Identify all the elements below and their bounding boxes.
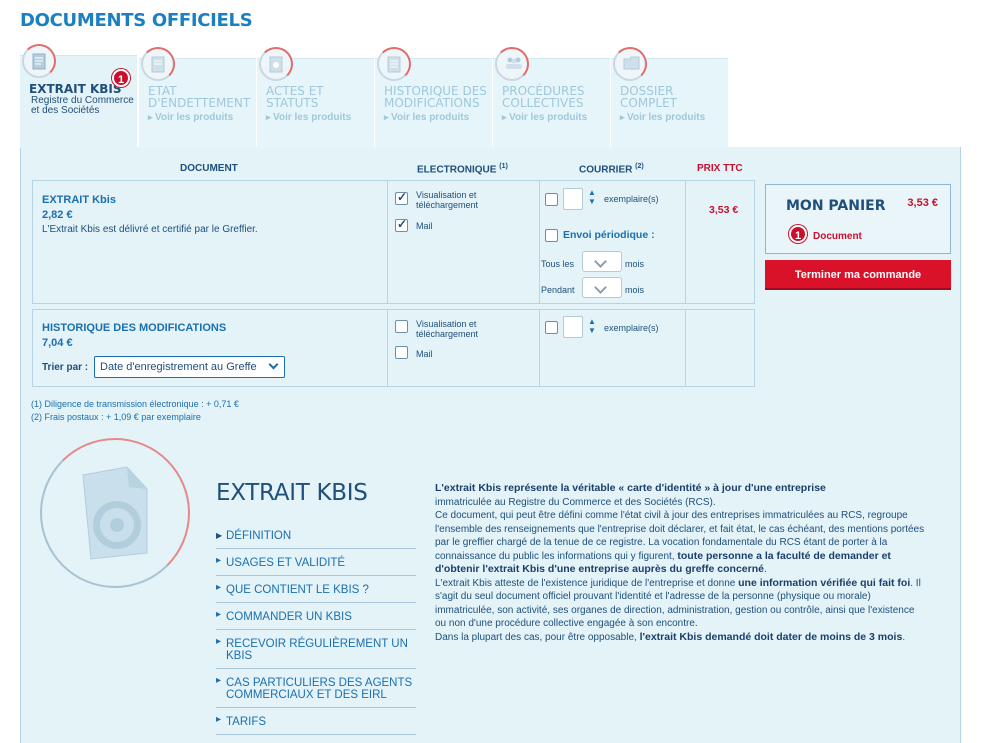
column-header-electronic: ELECTRONIQUE (1) bbox=[417, 163, 508, 176]
people-icon bbox=[495, 47, 529, 81]
tab-procedures-collectives[interactable]: PROCÉDURESCOLLECTIVES Voir les produits bbox=[493, 47, 610, 148]
see-products-link[interactable]: Voir les produits bbox=[620, 112, 705, 123]
tab-label: DOSSIER COMPLET bbox=[620, 84, 678, 110]
view-download-checkbox[interactable] bbox=[395, 320, 408, 333]
document-title: HISTORIQUE DES MODIFICATIONS bbox=[42, 322, 227, 334]
menu-item-usages[interactable]: USAGES ET VALIDITÉ bbox=[216, 549, 416, 576]
see-products-link[interactable]: Voir les produits bbox=[384, 112, 469, 123]
tab-dossier-complet[interactable]: DOSSIERCOMPLET Voir les produits bbox=[611, 47, 728, 148]
kbis-document-icon bbox=[82, 466, 148, 560]
menu-item-definition[interactable]: DÉFINITION bbox=[216, 522, 416, 549]
tab-label: PROCÉDURES COLLECTIVES bbox=[502, 84, 585, 110]
postal-checkbox[interactable] bbox=[545, 193, 558, 206]
periodic-label: Envoi périodique : bbox=[563, 229, 655, 241]
document-icon bbox=[141, 47, 175, 81]
frequency-select[interactable] bbox=[582, 251, 622, 272]
mail-label: Mail bbox=[416, 349, 433, 359]
kbis-illustration bbox=[40, 438, 190, 588]
tab-extrait-kbis[interactable]: EXTRAIT KBIS Registre du Commerce et des… bbox=[20, 44, 137, 148]
tab-count-badge: 1 bbox=[112, 69, 130, 87]
tab-sublabel: Registre du Commerce et des Sociétés bbox=[31, 95, 134, 116]
menu-item-pricing[interactable]: TARIFS bbox=[216, 708, 416, 735]
tab-label: HISTORIQUE DES MODIFICATIONS bbox=[384, 84, 487, 110]
cart-item-label[interactable]: Document bbox=[813, 231, 862, 242]
menu-item-contents[interactable]: QUE CONTIENT LE KBIS ? bbox=[216, 576, 416, 603]
row-total-price: 3,53 € bbox=[709, 204, 739, 216]
copies-label: exemplaire(s) bbox=[604, 194, 659, 204]
tab-etat-endettement[interactable]: ETATD'ENDETTEMENT Voir les produits bbox=[139, 47, 256, 148]
document-tabs: EXTRAIT KBIS Registre du Commerce et des… bbox=[20, 44, 732, 148]
tab-actes-statuts[interactable]: ACTES ETSTATUTS Voir les produits bbox=[257, 47, 374, 148]
quantity-stepper[interactable]: ▲ ▼ bbox=[587, 317, 597, 335]
during-label: Pendant bbox=[541, 285, 575, 295]
footnote-electronic: (1) Diligence de transmission électroniq… bbox=[31, 399, 239, 409]
column-header-price: PRIX TTC bbox=[697, 163, 743, 174]
tab-label: EXTRAIT KBIS bbox=[29, 82, 122, 96]
sort-select[interactable]: Date d'enregistrement au Greffe bbox=[94, 356, 285, 378]
quantity-stepper[interactable]: ▲ ▼ bbox=[587, 188, 597, 206]
kbis-topic-menu: DÉFINITION USAGES ET VALIDITÉ QUE CONTIE… bbox=[216, 522, 416, 735]
document-price: 2,82 € bbox=[42, 209, 73, 221]
duration-select[interactable] bbox=[582, 277, 622, 298]
menu-item-order[interactable]: COMMANDER UN KBIS bbox=[216, 603, 416, 630]
column-header-document: DOCUMENT bbox=[180, 163, 238, 174]
tab-historique-modifications[interactable]: HISTORIQUE DESMODIFICATIONS Voir les pro… bbox=[375, 47, 492, 148]
tab-label: ACTES ET STATUTS bbox=[266, 84, 324, 110]
postal-checkbox[interactable] bbox=[545, 321, 558, 334]
mail-label: Mail bbox=[416, 221, 433, 231]
kbis-description: L'extrait Kbis représente la véritable «… bbox=[435, 482, 925, 643]
quantity-field[interactable] bbox=[563, 316, 583, 338]
chevron-down-icon bbox=[268, 359, 279, 370]
cart-count-badge: 1 bbox=[789, 225, 807, 243]
tab-label: ETAT D'ENDETTEMENT bbox=[148, 84, 251, 110]
footnote-postal: (2) Frais postaux : + 1,09 € par exempla… bbox=[31, 412, 201, 422]
document-row-kbis: EXTRAIT Kbis 2,82 € L'Extrait Kbis est d… bbox=[32, 180, 755, 304]
every-label: Tous les bbox=[541, 259, 575, 269]
sort-label: Trier par : bbox=[42, 362, 89, 373]
document-icon bbox=[22, 44, 56, 78]
see-products-link[interactable]: Voir les produits bbox=[148, 112, 233, 123]
finish-order-button[interactable]: Terminer ma commande bbox=[765, 260, 951, 290]
menu-item-recurring[interactable]: RECEVOIR RÉGULIÈREMENT UN KBIS bbox=[216, 630, 416, 669]
copies-label: exemplaire(s) bbox=[604, 323, 659, 333]
list-icon bbox=[377, 47, 411, 81]
section-title: EXTRAIT KBIS bbox=[216, 480, 368, 506]
cart-panel: MON PANIER 3,53 € 1 Document bbox=[765, 184, 951, 254]
quantity-field[interactable] bbox=[563, 188, 583, 210]
column-header-mail: COURRIER (2) bbox=[579, 163, 644, 176]
cart-total: 3,53 € bbox=[907, 197, 938, 209]
document-description: L'Extrait Kbis est délivré et certifié p… bbox=[42, 224, 258, 235]
mail-checkbox[interactable] bbox=[395, 217, 408, 232]
stamp-icon bbox=[259, 47, 293, 81]
view-download-label: Visualisation et téléchargement bbox=[416, 319, 479, 339]
months-label: mois bbox=[625, 285, 645, 295]
cart-title: MON PANIER bbox=[786, 198, 886, 214]
mail-checkbox[interactable] bbox=[395, 346, 408, 359]
periodic-checkbox[interactable] bbox=[545, 229, 558, 242]
view-download-label: Visualisation et téléchargement bbox=[416, 190, 479, 210]
view-download-checkbox[interactable] bbox=[395, 190, 408, 205]
document-title: EXTRAIT Kbis bbox=[42, 194, 116, 206]
see-products-link[interactable]: Voir les produits bbox=[266, 112, 351, 123]
page-title: DOCUMENTS OFFICIELS bbox=[20, 10, 253, 31]
folder-icon bbox=[613, 47, 647, 81]
months-label: mois bbox=[625, 259, 645, 269]
menu-item-special-cases[interactable]: CAS PARTICULIERS DES AGENTS COMMERCIAUX … bbox=[216, 669, 416, 708]
see-products-link[interactable]: Voir les produits bbox=[502, 112, 587, 123]
document-price: 7,04 € bbox=[42, 337, 73, 349]
